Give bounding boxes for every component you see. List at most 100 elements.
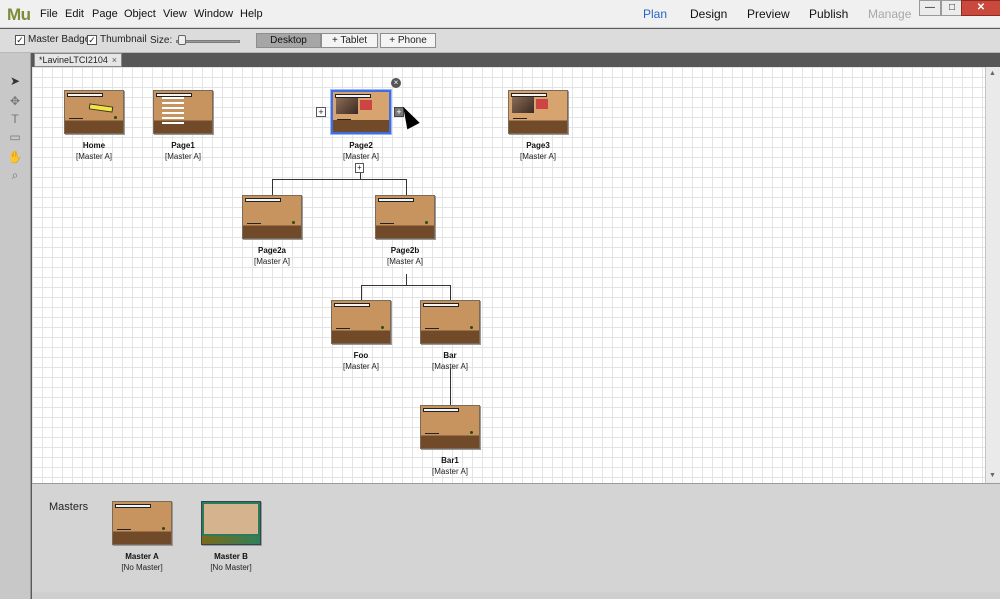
close-window-button[interactable]: ✕ (961, 0, 1000, 16)
tab-close-icon[interactable]: × (112, 54, 117, 66)
crop-tool-icon[interactable]: ✥ (6, 93, 24, 109)
menu-file[interactable]: File (40, 8, 58, 20)
menu-window[interactable]: Window (194, 8, 233, 20)
text-tool-icon[interactable]: T (6, 111, 24, 127)
page-thumbnail[interactable] (420, 300, 480, 344)
connector-line (272, 179, 406, 180)
connector-line (406, 274, 407, 285)
master-node-a[interactable]: Master A [No Master] (97, 501, 187, 572)
rectangle-tool-icon[interactable]: ▭ (6, 129, 24, 145)
checkbox-checked-icon[interactable]: ✓ (87, 34, 97, 45)
view-desktop-button[interactable]: Desktop (256, 33, 321, 48)
menu-object[interactable]: Object (124, 8, 156, 20)
page-name: Page2 (349, 141, 373, 150)
page-name: Page2a (257, 246, 287, 255)
mode-manage: Manage (868, 7, 912, 21)
connector-line (406, 179, 407, 195)
page-thumbnail[interactable] (375, 195, 435, 239)
page-master: [Master A] (164, 152, 201, 161)
delete-page-icon[interactable]: × (391, 78, 401, 88)
mode-preview[interactable]: Preview (747, 7, 790, 21)
page-thumbnail[interactable] (420, 405, 480, 449)
size-slider-thumb[interactable] (178, 35, 186, 45)
page-thumbnail[interactable] (153, 90, 213, 134)
toolbar: ✓ Master Badge ✓ Thumbnail Size: Desktop… (0, 29, 1000, 53)
menu-view[interactable]: View (163, 8, 187, 20)
master-parent: [No Master] (210, 563, 252, 572)
connector-line (361, 285, 451, 286)
add-sibling-left-icon[interactable]: + (316, 107, 326, 117)
horizontal-scrollbar[interactable] (32, 592, 1000, 599)
connector-line (450, 368, 451, 405)
masters-label: Masters (49, 501, 89, 513)
add-phone-button[interactable]: + Phone (380, 33, 436, 48)
page-node-home[interactable]: Home [Master A] (49, 90, 139, 161)
page-master: [Master A] (519, 152, 556, 161)
thumbnail-toggle[interactable]: ✓ Thumbnail (87, 34, 147, 45)
menu-help[interactable]: Help (240, 8, 263, 20)
page-master: [Master A] (431, 467, 468, 476)
document-tab-title: *LavineLTCI2104 (39, 55, 108, 65)
page-thumbnail[interactable] (64, 90, 124, 134)
mode-plan[interactable]: Plan (643, 7, 667, 21)
sitemap-canvas[interactable]: Home [Master A] Page1 [Master A] Page2 [… (32, 67, 985, 483)
page-thumbnail[interactable] (508, 90, 568, 134)
page-node-bar1[interactable]: Bar1 [Master A] (405, 405, 495, 476)
tools-panel: ➤ ✥ T ▭ ✋ ⌕ (0, 53, 31, 599)
mode-publish[interactable]: Publish (809, 7, 848, 21)
page-name: Bar1 (441, 456, 459, 465)
menu-bar: Mu File Edit Page Object View Window Hel… (0, 0, 1000, 28)
page-node-bar[interactable]: Bar [Master A] (405, 300, 495, 371)
page-master: [Master A] (386, 257, 423, 266)
master-thumbnail[interactable] (201, 501, 261, 545)
selection-tool-icon[interactable]: ➤ (6, 73, 24, 89)
page-name: Page3 (526, 141, 550, 150)
page-thumbnail[interactable] (242, 195, 302, 239)
hand-tool-icon[interactable]: ✋ (6, 149, 24, 165)
vertical-scrollbar[interactable]: ▲ ▼ (985, 67, 1000, 483)
master-name: Master B (214, 552, 248, 561)
menu-page[interactable]: Page (92, 8, 118, 20)
thumbnail-label: Thumbnail (100, 34, 147, 45)
master-thumbnail[interactable] (112, 501, 172, 545)
zoom-tool-icon[interactable]: ⌕ (6, 167, 24, 183)
page-node-page2a[interactable]: Page2a [Master A] (227, 195, 317, 266)
page-thumbnail[interactable] (331, 300, 391, 344)
connector-line (272, 179, 273, 195)
menu-edit[interactable]: Edit (65, 8, 84, 20)
master-name: Master A (125, 552, 159, 561)
size-label: Size: (150, 35, 173, 46)
page-thumbnail-selected[interactable] (331, 90, 391, 134)
page-name: Home (82, 141, 106, 150)
connector-line (361, 285, 362, 300)
master-badge-toggle[interactable]: ✓ Master Badge (15, 34, 90, 45)
scroll-up-icon[interactable]: ▲ (989, 70, 996, 77)
master-node-b[interactable]: Master B [No Master] (186, 501, 276, 572)
page-master: [Master A] (342, 362, 379, 371)
maximize-button[interactable]: □ (941, 0, 963, 16)
checkbox-checked-icon[interactable]: ✓ (15, 34, 25, 45)
muse-logo: Mu (7, 5, 31, 24)
master-badge-label: Master Badge (28, 34, 91, 45)
page-master: [Master A] (75, 152, 112, 161)
page-node-foo[interactable]: Foo [Master A] (316, 300, 406, 371)
page-name: Page1 (171, 141, 195, 150)
connector-line (450, 285, 451, 300)
add-child-page-icon[interactable]: + (355, 163, 364, 173)
page-node-page3[interactable]: Page3 [Master A] (493, 90, 583, 161)
page-node-page2b[interactable]: Page2b [Master A] (360, 195, 450, 266)
page-name: Foo (353, 351, 369, 360)
page-name: Page2b (390, 246, 420, 255)
add-tablet-button[interactable]: + Tablet (321, 33, 378, 48)
document-tab-strip (32, 53, 1000, 67)
page-name: Bar (443, 351, 457, 360)
minimize-button[interactable]: — (919, 0, 941, 16)
scroll-down-icon[interactable]: ▼ (989, 472, 996, 479)
document-tab[interactable]: *LavineLTCI2104 × (34, 53, 122, 67)
page-node-page1[interactable]: Page1 [Master A] (138, 90, 228, 161)
master-parent: [No Master] (121, 563, 163, 572)
masters-panel: Masters Master A [No Master] Master B [N… (32, 483, 1000, 599)
mode-design[interactable]: Design (690, 7, 727, 21)
page-node-page2[interactable]: Page2 [Master A] (316, 90, 406, 161)
page-master: [Master A] (253, 257, 290, 266)
